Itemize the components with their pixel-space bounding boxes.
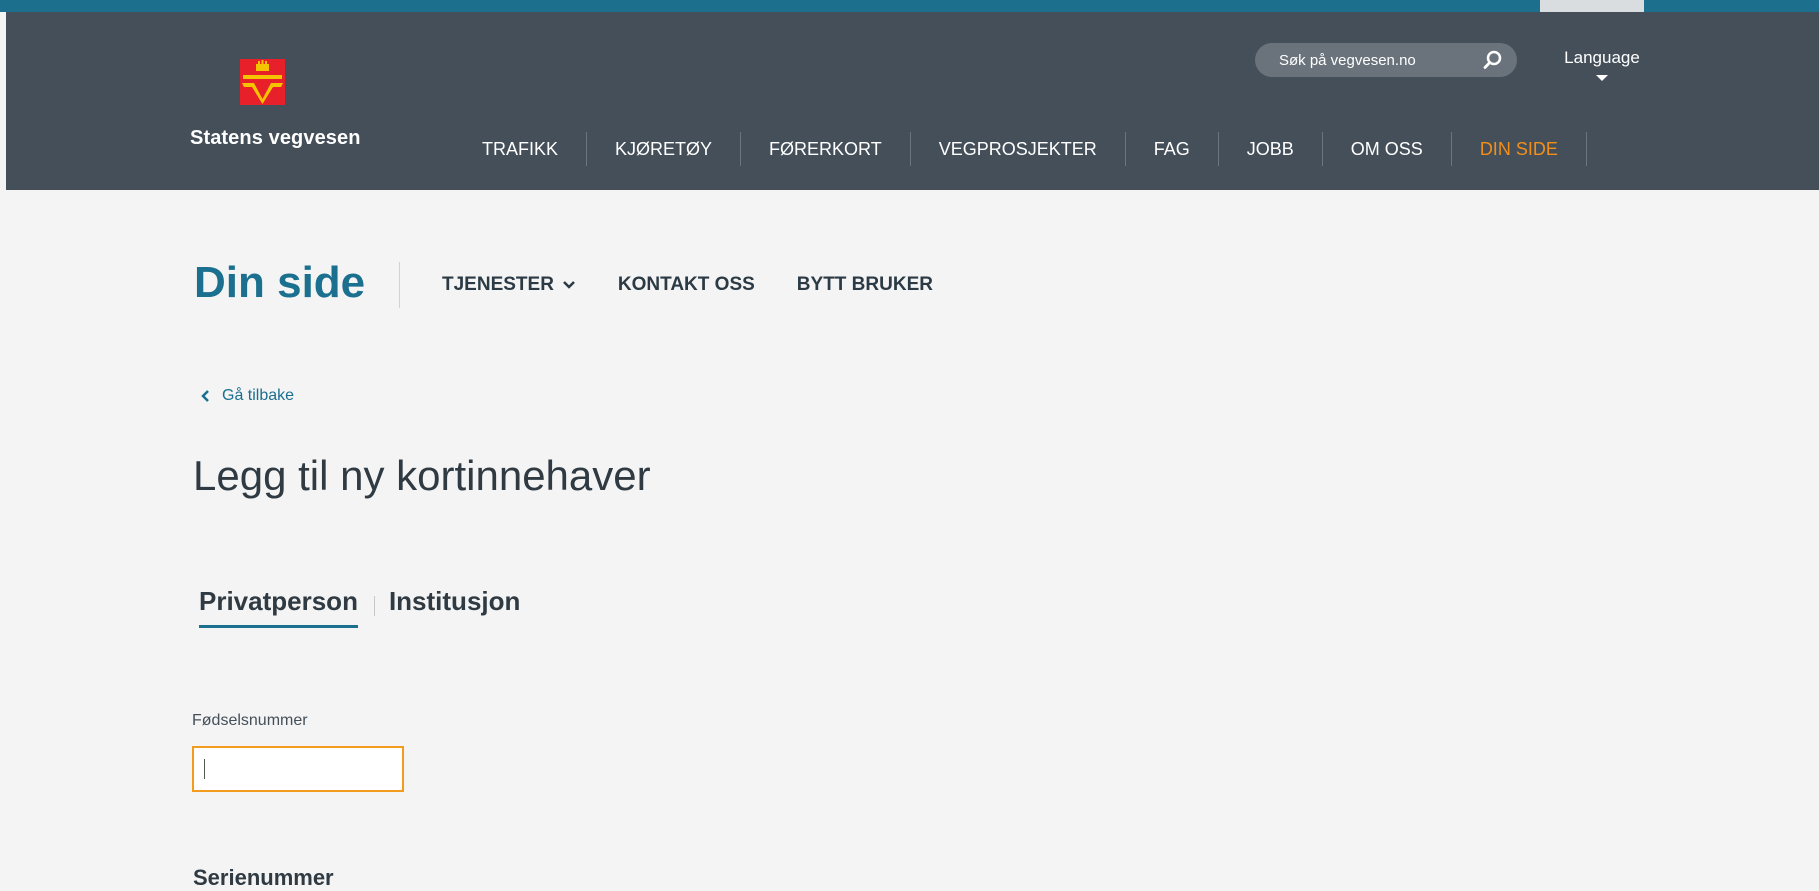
- subnav-divider: [399, 262, 400, 308]
- nav-item-kjoretoy[interactable]: KJØRETØY: [587, 132, 742, 166]
- back-link-label[interactable]: Gå tilbake: [222, 387, 294, 405]
- serial-number-heading: Serienummer: [193, 865, 334, 890]
- nav-item-trafikk[interactable]: TRAFIKK: [462, 132, 588, 166]
- nav-item-om-oss[interactable]: OM OSS: [1323, 132, 1452, 166]
- nav-item-jobb[interactable]: JOBB: [1219, 132, 1323, 166]
- back-link[interactable]: Gå tilbake: [200, 387, 294, 405]
- nav-item-vegprosjekter[interactable]: VEGPROSJEKTER: [911, 132, 1126, 166]
- subnav-title[interactable]: Din side: [194, 258, 365, 308]
- search-box[interactable]: Søk på vegvesen.no: [1255, 43, 1517, 77]
- nav-item-forerkort[interactable]: FØRERKORT: [741, 132, 911, 166]
- nav-item-din-side[interactable]: DIN SIDE: [1452, 132, 1587, 166]
- site-logo[interactable]: Statens vegvesen: [190, 47, 360, 167]
- logo-text: Statens vegvesen: [190, 127, 361, 149]
- nav-item-fag[interactable]: FAG: [1126, 132, 1219, 166]
- subnav-item-tjenester[interactable]: TJENESTER: [442, 274, 576, 296]
- tab-institusjon[interactable]: Institusjon: [389, 586, 520, 625]
- tab-separator: [373, 596, 375, 616]
- language-selector[interactable]: Language: [1558, 48, 1646, 81]
- tab-privatperson[interactable]: Privatperson: [199, 586, 358, 628]
- top-strip-tab: [1540, 0, 1644, 12]
- subnav-item-bytt-bruker[interactable]: BYTT BRUKER: [797, 274, 933, 296]
- chevron-down-icon: [563, 281, 575, 289]
- birth-number-input[interactable]: [192, 746, 404, 792]
- subnav-item-kontakt-oss[interactable]: KONTAKT OSS: [618, 274, 755, 296]
- page-title: Legg til ny kortinnehaver: [193, 452, 651, 499]
- subnav-item-label: TJENESTER: [442, 274, 554, 295]
- caret-down-icon: [1596, 75, 1608, 81]
- subnav: TJENESTER KONTAKT OSS BYTT BRUKER: [442, 274, 975, 296]
- text-cursor: [204, 759, 205, 779]
- holder-type-tabs: Privatperson Institusjon: [199, 586, 520, 628]
- road-authority-emblem-icon: [240, 59, 285, 105]
- search-icon[interactable]: [1481, 48, 1505, 72]
- main-nav: TRAFIKK KJØRETØY FØRERKORT VEGPROSJEKTER…: [462, 131, 1587, 167]
- search-placeholder[interactable]: Søk på vegvesen.no: [1279, 52, 1416, 69]
- chevron-left-icon: [201, 390, 209, 402]
- birth-number-label: Fødselsnummer: [192, 712, 308, 729]
- language-label[interactable]: Language: [1564, 48, 1640, 67]
